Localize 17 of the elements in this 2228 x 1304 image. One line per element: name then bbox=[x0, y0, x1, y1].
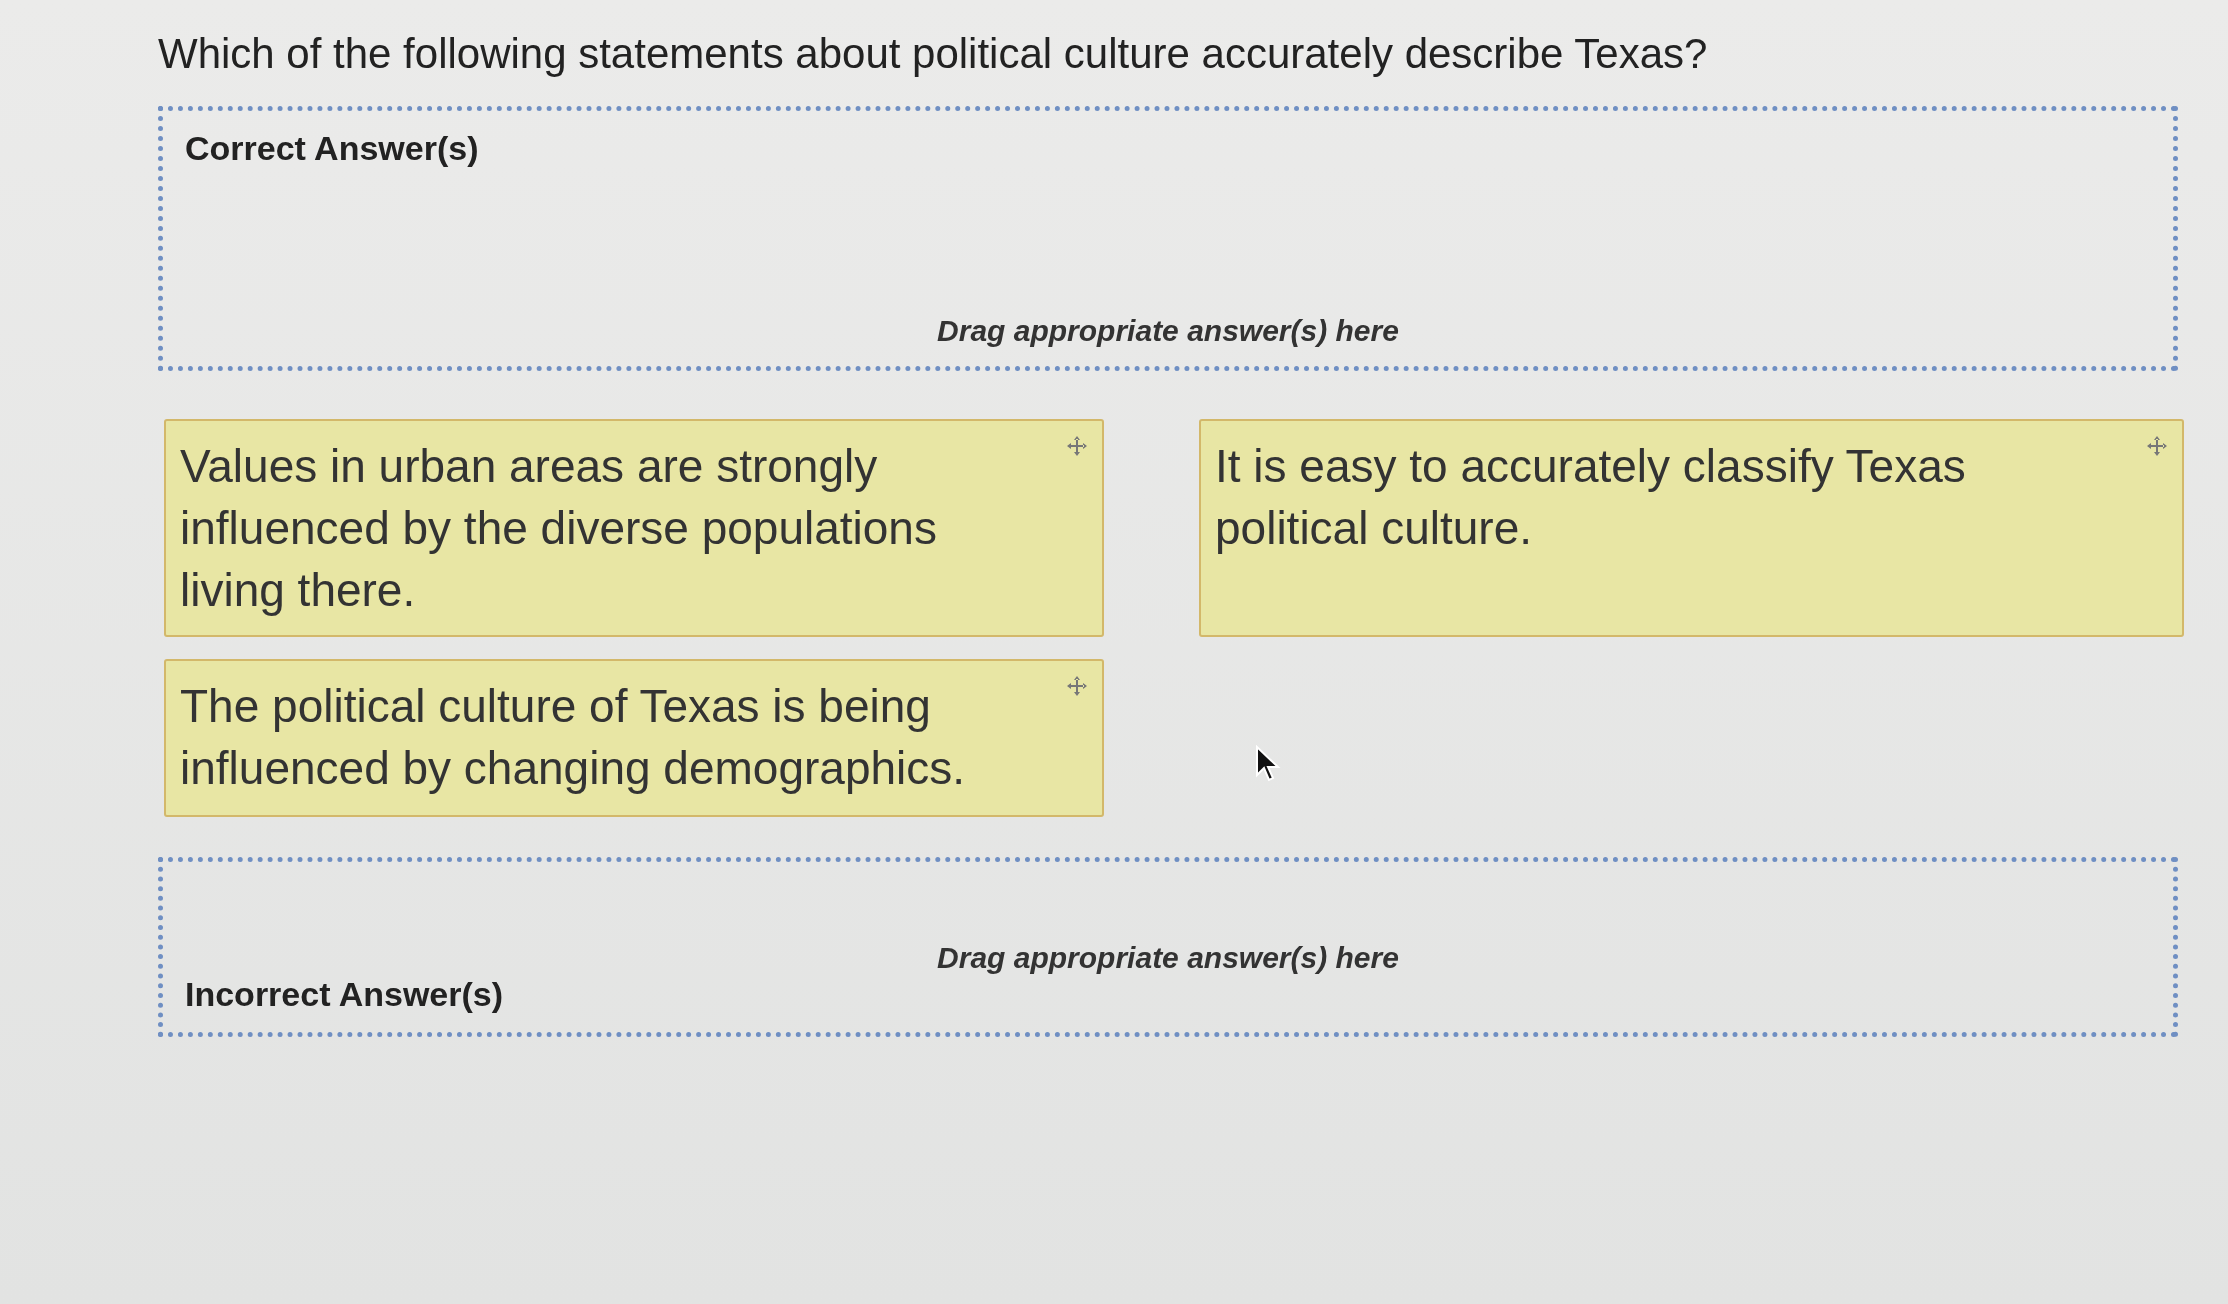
drop-hint: Drag appropriate answer(s) here bbox=[937, 314, 1399, 348]
answer-card[interactable]: The political culture of Texas is being influenced by changing demographics. bbox=[164, 659, 1104, 817]
zone-label: Correct Answer(s) bbox=[185, 129, 480, 168]
drop-zone[interactable]: Incorrect Answer(s) Drag appropriate answer(s) here bbox=[158, 857, 2178, 1037]
answer-card[interactable]: Values in urban areas are strongly influenced by the diverse populations living there. bbox=[164, 419, 1104, 637]
answer-text: It is easy to accurately classify Texas political culture. bbox=[1215, 439, 1967, 556]
move-icon bbox=[2146, 435, 2168, 457]
answer-text: The political culture of Texas is being influenced by changing demographics. bbox=[180, 679, 967, 796]
question-text: Which of the following statements about political culture accurately describe Texas? bbox=[158, 30, 1709, 78]
answer-card[interactable]: It is easy to accurately classify Texas political culture. bbox=[1199, 419, 2184, 637]
zone-label: Incorrect Answer(s) bbox=[185, 975, 505, 1014]
move-icon bbox=[1066, 435, 1088, 457]
drop-hint: Drag appropriate answer(s) here bbox=[937, 941, 1399, 975]
drop-zone[interactable]: Correct Answer(s) Drag appropriate answer(s) here bbox=[158, 106, 2178, 371]
move-icon bbox=[1066, 675, 1088, 697]
answer-text: Values in urban areas are strongly influenced by the diverse populations living there. bbox=[180, 439, 938, 618]
cursor-icon bbox=[1255, 745, 1281, 783]
